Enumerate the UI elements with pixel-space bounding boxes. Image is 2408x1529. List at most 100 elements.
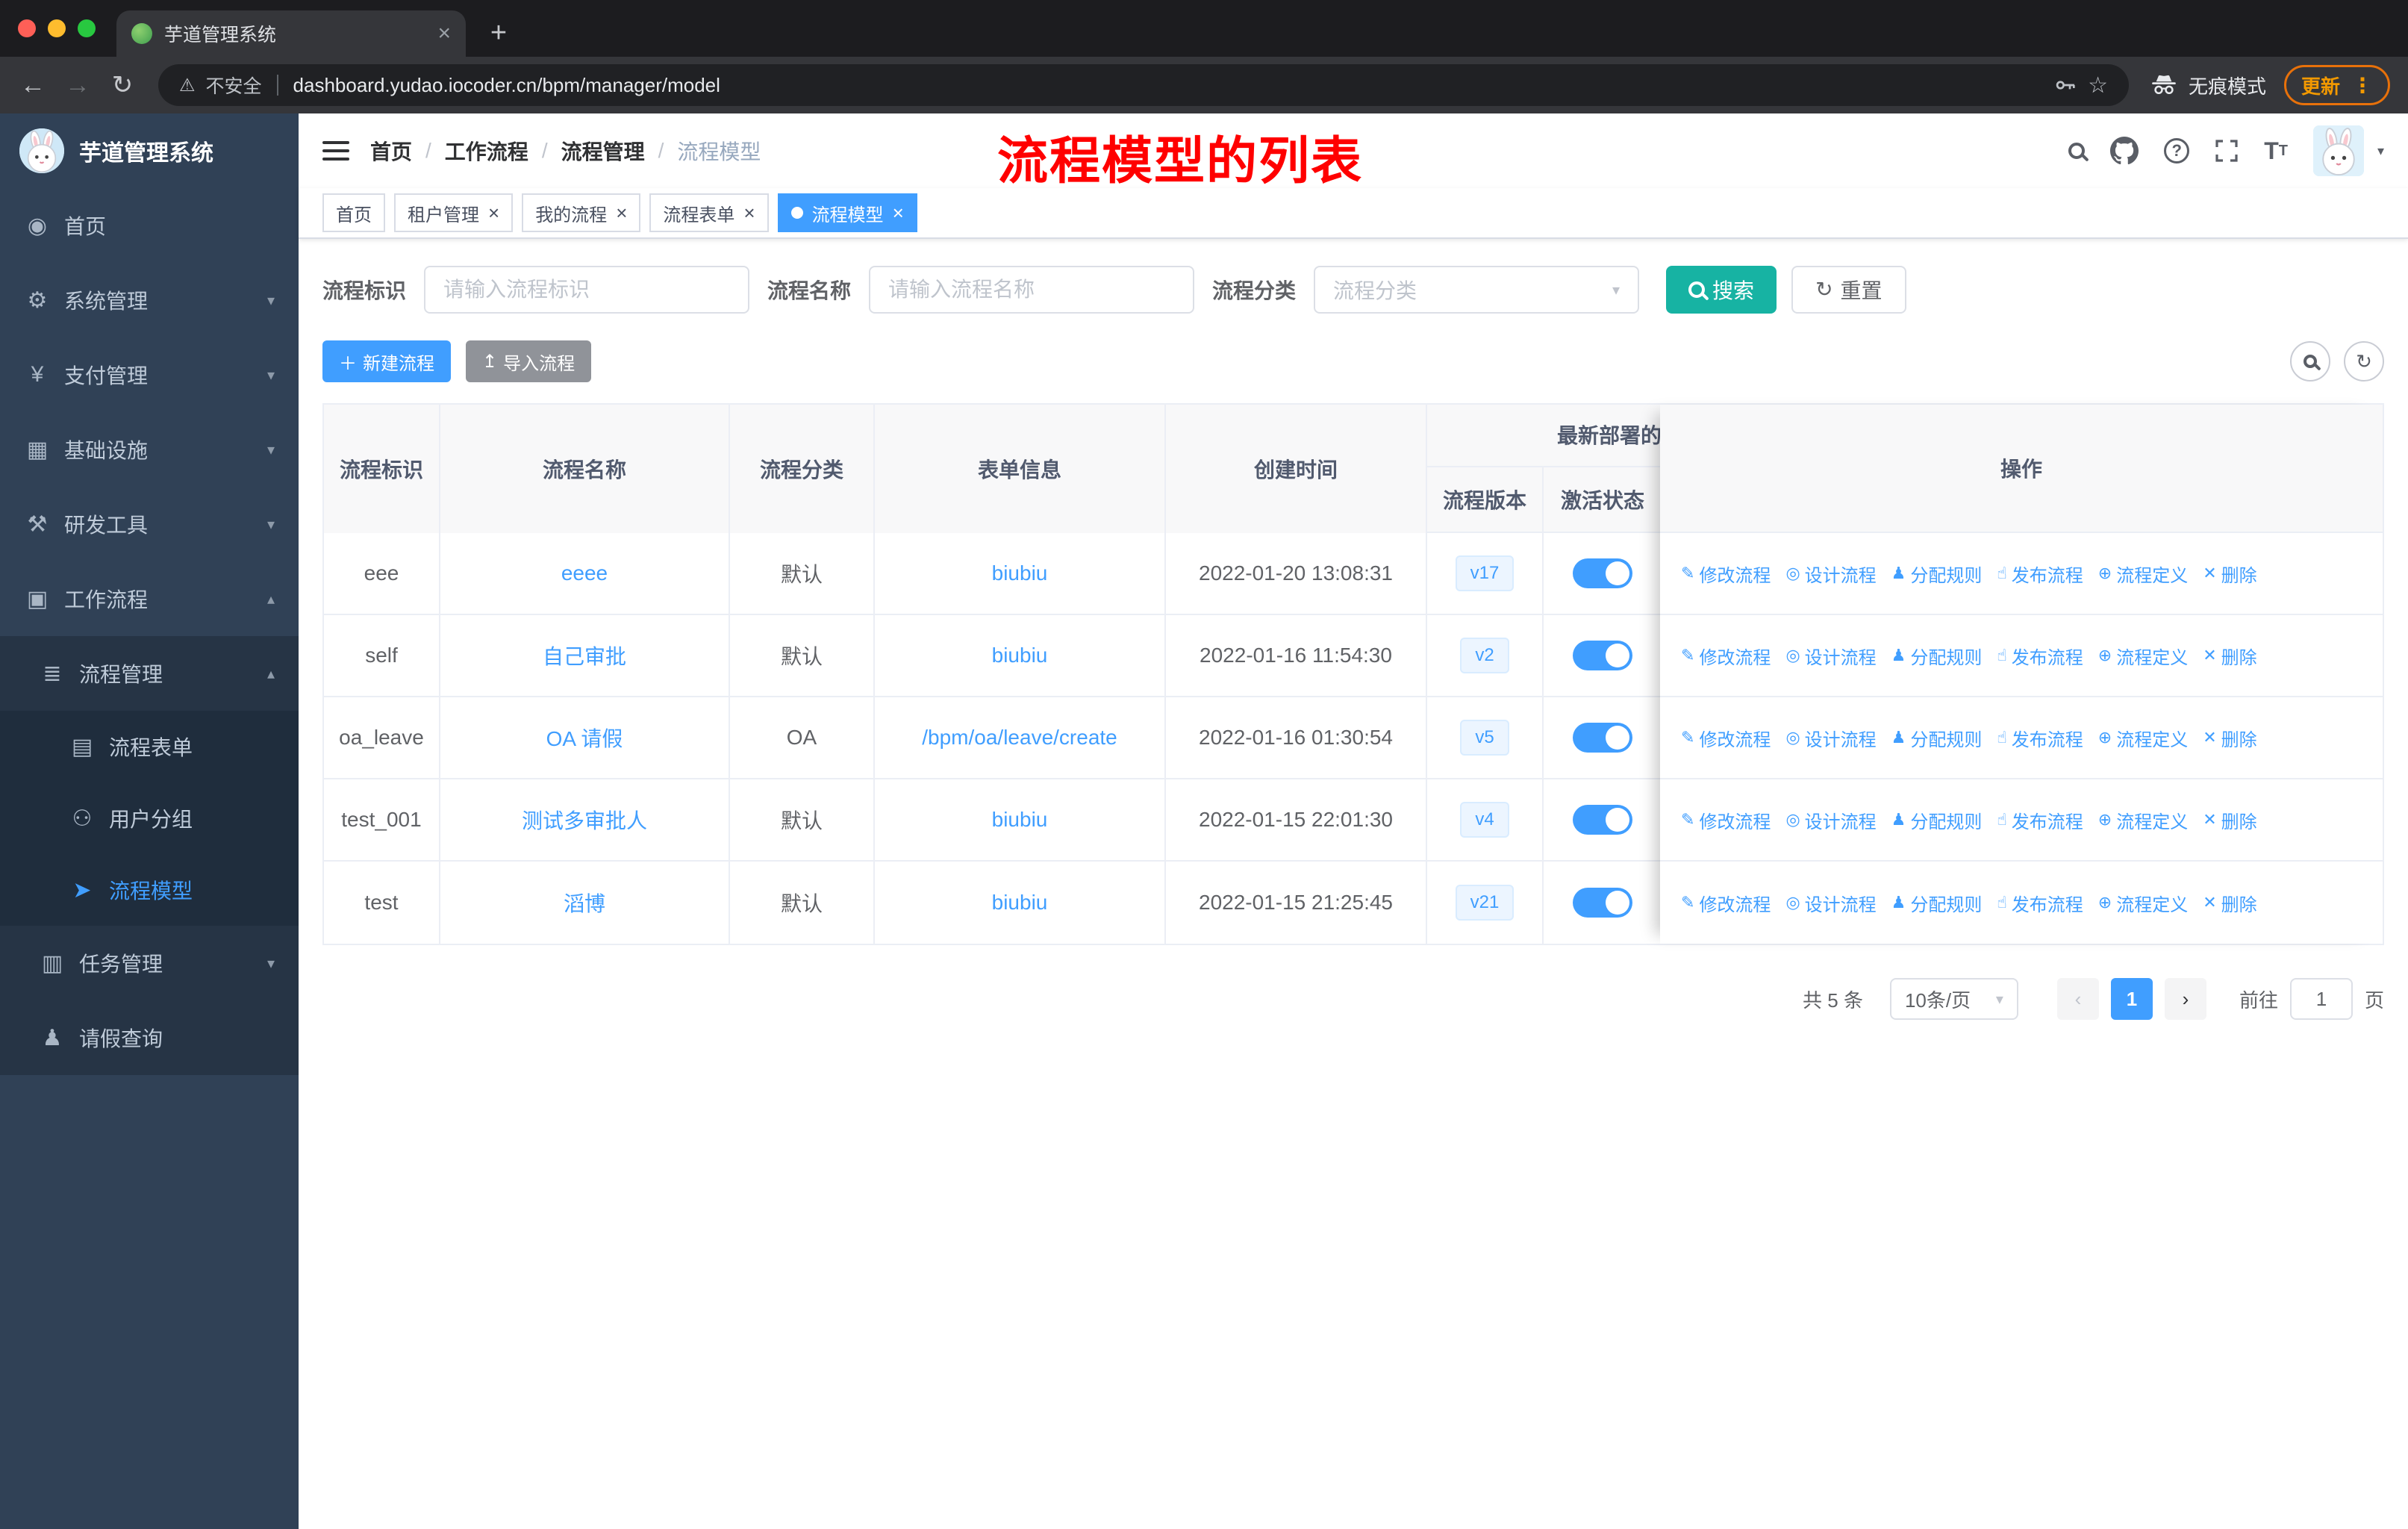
action-assign-rule[interactable]: ♟ 分配规则: [1891, 807, 1983, 833]
tag-首页[interactable]: 首页: [322, 193, 385, 232]
collapse-sidebar-icon[interactable]: [322, 141, 349, 161]
reload-button[interactable]: ↻: [107, 70, 137, 100]
active-switch[interactable]: [1573, 888, 1632, 918]
sidebar-item-payment[interactable]: ¥ 支付管理 ▾: [0, 337, 299, 412]
breadcrumb-item[interactable]: 流程管理: [561, 136, 645, 166]
minimize-window-button[interactable]: [48, 19, 66, 37]
action-publish-process[interactable]: ☝ 发布流程: [1997, 725, 2083, 751]
action-edit-process[interactable]: ✎ 修改流程: [1681, 725, 1771, 751]
tab-close-icon[interactable]: ×: [437, 22, 451, 45]
tag-close-icon[interactable]: ×: [488, 203, 499, 222]
page-1-button[interactable]: 1: [2110, 978, 2153, 1020]
browser-menu-icon[interactable]: ⋮: [2352, 73, 2373, 98]
action-delete[interactable]: ✕ 删除: [2203, 561, 2256, 587]
sidebar-item-process-manage[interactable]: ≣ 流程管理 ▴: [0, 636, 299, 711]
tag-流程模型[interactable]: 流程模型 ×: [777, 193, 917, 232]
tag-close-icon[interactable]: ×: [616, 203, 627, 222]
github-icon[interactable]: [2110, 137, 2139, 165]
search-button[interactable]: 搜索: [1666, 266, 1777, 314]
breadcrumb-item[interactable]: 首页: [370, 136, 412, 166]
action-assign-rule[interactable]: ♟ 分配规则: [1891, 643, 1983, 669]
active-switch[interactable]: [1573, 641, 1632, 670]
active-switch[interactable]: [1573, 805, 1632, 835]
font-size-icon[interactable]: TT: [2264, 139, 2288, 163]
sidebar-item-devtools[interactable]: ⚒ 研发工具 ▾: [0, 487, 299, 561]
browser-update-button[interactable]: 更新 ⋮: [2283, 65, 2390, 105]
sidebar-item-process-model[interactable]: ➤ 流程模型: [0, 854, 299, 926]
create-process-button[interactable]: ＋ 新建流程: [322, 340, 451, 382]
process-key-input[interactable]: [424, 266, 750, 314]
action-design-process[interactable]: ◎ 设计流程: [1785, 807, 1876, 833]
action-design-process[interactable]: ◎ 设计流程: [1785, 725, 1876, 751]
sidebar-item-task-manage[interactable]: ▥ 任务管理 ▾: [0, 926, 299, 1000]
active-switch[interactable]: [1573, 723, 1632, 753]
action-design-process[interactable]: ◎ 设计流程: [1785, 643, 1876, 669]
action-publish-process[interactable]: ☝ 发布流程: [1997, 890, 2083, 916]
sidebar-item-user-group[interactable]: ⚇ 用户分组: [0, 782, 299, 854]
action-delete[interactable]: ✕ 删除: [2203, 725, 2256, 751]
action-process-definition[interactable]: ⊕ 流程定义: [2098, 725, 2188, 751]
refresh-table-button[interactable]: ↻: [2344, 341, 2384, 382]
action-assign-rule[interactable]: ♟ 分配规则: [1891, 725, 1983, 751]
import-process-button[interactable]: ↥ 导入流程: [466, 340, 592, 382]
form-link[interactable]: biubiu: [992, 808, 1048, 832]
sidebar-item-system[interactable]: ⚙ 系统管理 ▾: [0, 263, 299, 337]
action-edit-process[interactable]: ✎ 修改流程: [1681, 643, 1771, 669]
model-name-link[interactable]: 自己审批: [543, 641, 626, 670]
action-assign-rule[interactable]: ♟ 分配规则: [1891, 890, 1983, 916]
sidebar-item-home[interactable]: ◉ 首页: [0, 188, 299, 263]
zoom-window-button[interactable]: [78, 19, 96, 37]
form-link[interactable]: /bpm/oa/leave/create: [922, 726, 1117, 750]
sidebar-item-leave-query[interactable]: ♟ 请假查询: [0, 1000, 299, 1075]
action-design-process[interactable]: ◎ 设计流程: [1785, 561, 1876, 587]
action-process-definition[interactable]: ⊕ 流程定义: [2098, 890, 2188, 916]
tag-我的流程[interactable]: 我的流程 ×: [522, 193, 641, 232]
action-publish-process[interactable]: ☝ 发布流程: [1997, 643, 2083, 669]
help-icon[interactable]: ?: [2164, 138, 2190, 164]
tag-流程表单[interactable]: 流程表单 ×: [649, 193, 769, 232]
address-bar[interactable]: ⚠ 不安全 dashboard.yudao.iocoder.cn/bpm/man…: [158, 64, 2129, 106]
goto-page-input[interactable]: [2289, 978, 2353, 1020]
password-key-icon[interactable]: [2053, 73, 2077, 97]
action-edit-process[interactable]: ✎ 修改流程: [1681, 807, 1771, 833]
sidebar-item-process-form[interactable]: ▤ 流程表单: [0, 711, 299, 782]
page-size-select[interactable]: 10条/页 ▾: [1889, 978, 2018, 1020]
prev-page-button[interactable]: ‹: [2056, 978, 2099, 1020]
action-edit-process[interactable]: ✎ 修改流程: [1681, 890, 1771, 916]
action-assign-rule[interactable]: ♟ 分配规则: [1891, 561, 1983, 587]
model-name-link[interactable]: 测试多审批人: [522, 805, 647, 835]
sidebar-item-workflow[interactable]: ▣ 工作流程 ▴: [0, 561, 299, 636]
action-publish-process[interactable]: ☝ 发布流程: [1997, 561, 2083, 587]
fullscreen-icon[interactable]: [2215, 139, 2239, 163]
action-delete[interactable]: ✕ 删除: [2203, 807, 2256, 833]
form-link[interactable]: biubiu: [992, 561, 1048, 585]
toggle-search-button[interactable]: [2290, 341, 2330, 382]
active-switch[interactable]: [1573, 558, 1632, 588]
form-link[interactable]: biubiu: [992, 644, 1048, 667]
action-edit-process[interactable]: ✎ 修改流程: [1681, 561, 1771, 587]
action-process-definition[interactable]: ⊕ 流程定义: [2098, 561, 2188, 587]
next-page-button[interactable]: ›: [2164, 978, 2206, 1020]
form-link[interactable]: biubiu: [992, 891, 1048, 915]
security-label[interactable]: 不安全: [206, 72, 262, 99]
model-name-link[interactable]: 滔博: [564, 888, 605, 918]
action-design-process[interactable]: ◎ 设计流程: [1785, 890, 1876, 916]
tag-租户管理[interactable]: 租户管理 ×: [394, 193, 514, 232]
bookmark-star-icon[interactable]: ☆: [2088, 72, 2108, 99]
forward-button[interactable]: →: [63, 71, 93, 100]
action-process-definition[interactable]: ⊕ 流程定义: [2098, 643, 2188, 669]
category-select[interactable]: 流程分类 ▾: [1314, 266, 1640, 314]
reset-button[interactable]: ↻ 重置: [1791, 266, 1906, 314]
back-button[interactable]: ←: [18, 71, 48, 100]
close-window-button[interactable]: [18, 19, 36, 37]
action-delete[interactable]: ✕ 删除: [2203, 643, 2256, 669]
sidebar-item-infra[interactable]: ▦ 基础设施 ▾: [0, 412, 299, 487]
model-name-link[interactable]: OA 请假: [546, 723, 623, 753]
search-icon[interactable]: [2068, 143, 2086, 159]
browser-tab[interactable]: 芋道管理系统 ×: [116, 10, 466, 57]
action-process-definition[interactable]: ⊕ 流程定义: [2098, 807, 2188, 833]
action-delete[interactable]: ✕ 删除: [2203, 890, 2256, 916]
app-logo[interactable]: 芋道管理系统: [0, 113, 299, 188]
model-name-link[interactable]: eeee: [561, 561, 608, 585]
tag-close-icon[interactable]: ×: [743, 203, 755, 222]
